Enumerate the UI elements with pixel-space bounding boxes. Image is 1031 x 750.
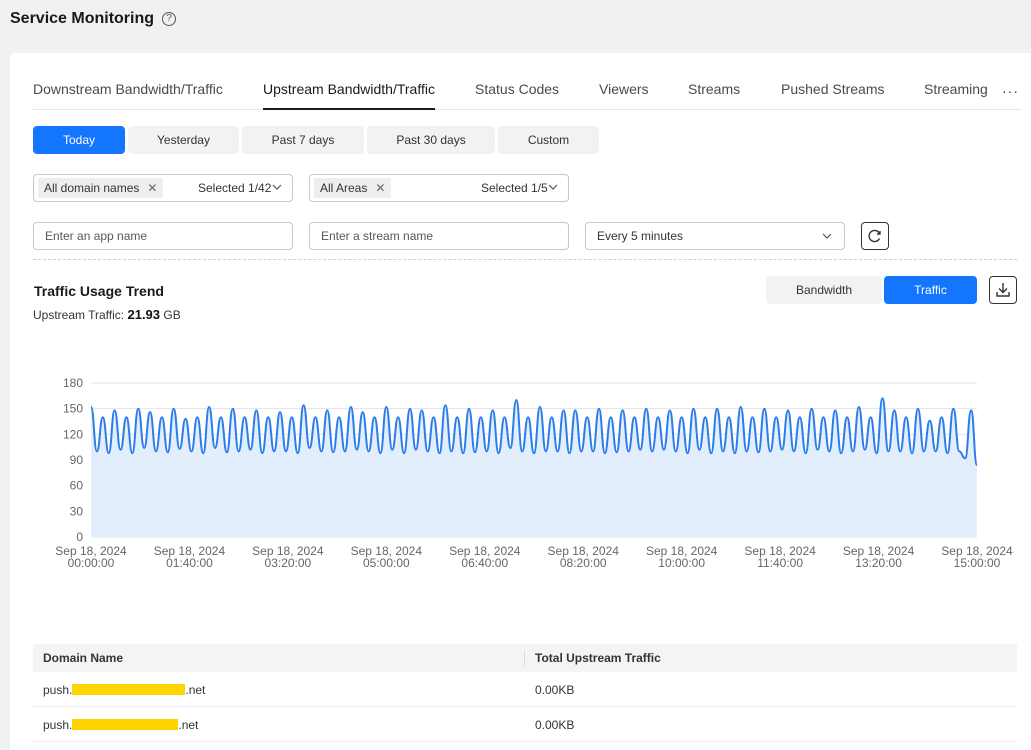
x-tick-label: Sep 18, 2024 15:00:00: [941, 544, 1013, 570]
domain-prefix: push.: [43, 718, 73, 732]
y-tick-label: 30: [70, 504, 84, 518]
column-header-traffic: Total Upstream Traffic: [535, 651, 661, 665]
x-tick-label: Sep 18, 2024 05:00:00: [351, 544, 423, 570]
monitoring-card: Downstream Bandwidth/Traffic Upstream Ba…: [10, 53, 1031, 750]
traffic-cell: 0.00KB: [535, 683, 575, 697]
y-tick-label: 60: [70, 479, 84, 493]
domain-table: Domain Name Total Upstream Traffic push.…: [33, 644, 1017, 742]
y-tick-label: 0: [76, 530, 83, 544]
domain-prefix: push.: [43, 683, 73, 697]
x-tick-label: Sep 18, 2024 03:20:00: [252, 544, 324, 570]
domain-cell: push. .net: [43, 718, 198, 732]
y-tick-label: 150: [63, 402, 83, 416]
redacted-block: [72, 684, 186, 695]
domain-cell: push. .net: [43, 683, 205, 697]
x-tick-label: Sep 18, 2024 13:20:00: [843, 544, 915, 570]
x-tick-label: Sep 18, 2024 00:00:00: [55, 544, 127, 570]
x-tick-label: Sep 18, 2024 08:20:00: [548, 544, 620, 570]
traffic-area-fill: [91, 398, 977, 537]
page-title: Service Monitoring: [10, 10, 155, 27]
x-tick-label: Sep 18, 2024 01:40:00: [154, 544, 226, 570]
table-row: push. .net 0.00KB: [33, 672, 1017, 707]
domain-suffix: .net: [178, 718, 199, 732]
x-tick-label: Sep 18, 2024 06:40:00: [449, 544, 521, 570]
help-icon[interactable]: ?: [162, 12, 176, 26]
y-tick-label: 90: [70, 453, 84, 467]
domain-suffix: .net: [185, 683, 206, 697]
y-tick-label: 120: [63, 427, 83, 441]
x-tick-label: Sep 18, 2024 11:40:00: [744, 544, 816, 570]
traffic-chart: 0 30 60 90 120 150 180 Sep 18, 2024 00:00:00 Sep …: [55, 376, 1013, 570]
traffic-cell: 0.00KB: [535, 718, 575, 732]
column-header-domain: Domain Name: [43, 651, 124, 665]
y-tick-label: 180: [63, 376, 83, 390]
column-divider[interactable]: [524, 650, 525, 666]
x-tick-label: Sep 18, 2024 10:00:00: [646, 544, 718, 570]
table-row: push. .net 0.00KB: [33, 707, 1017, 742]
redacted-block: [72, 719, 179, 730]
table-header: Domain Name Total Upstream Traffic: [33, 644, 1017, 672]
